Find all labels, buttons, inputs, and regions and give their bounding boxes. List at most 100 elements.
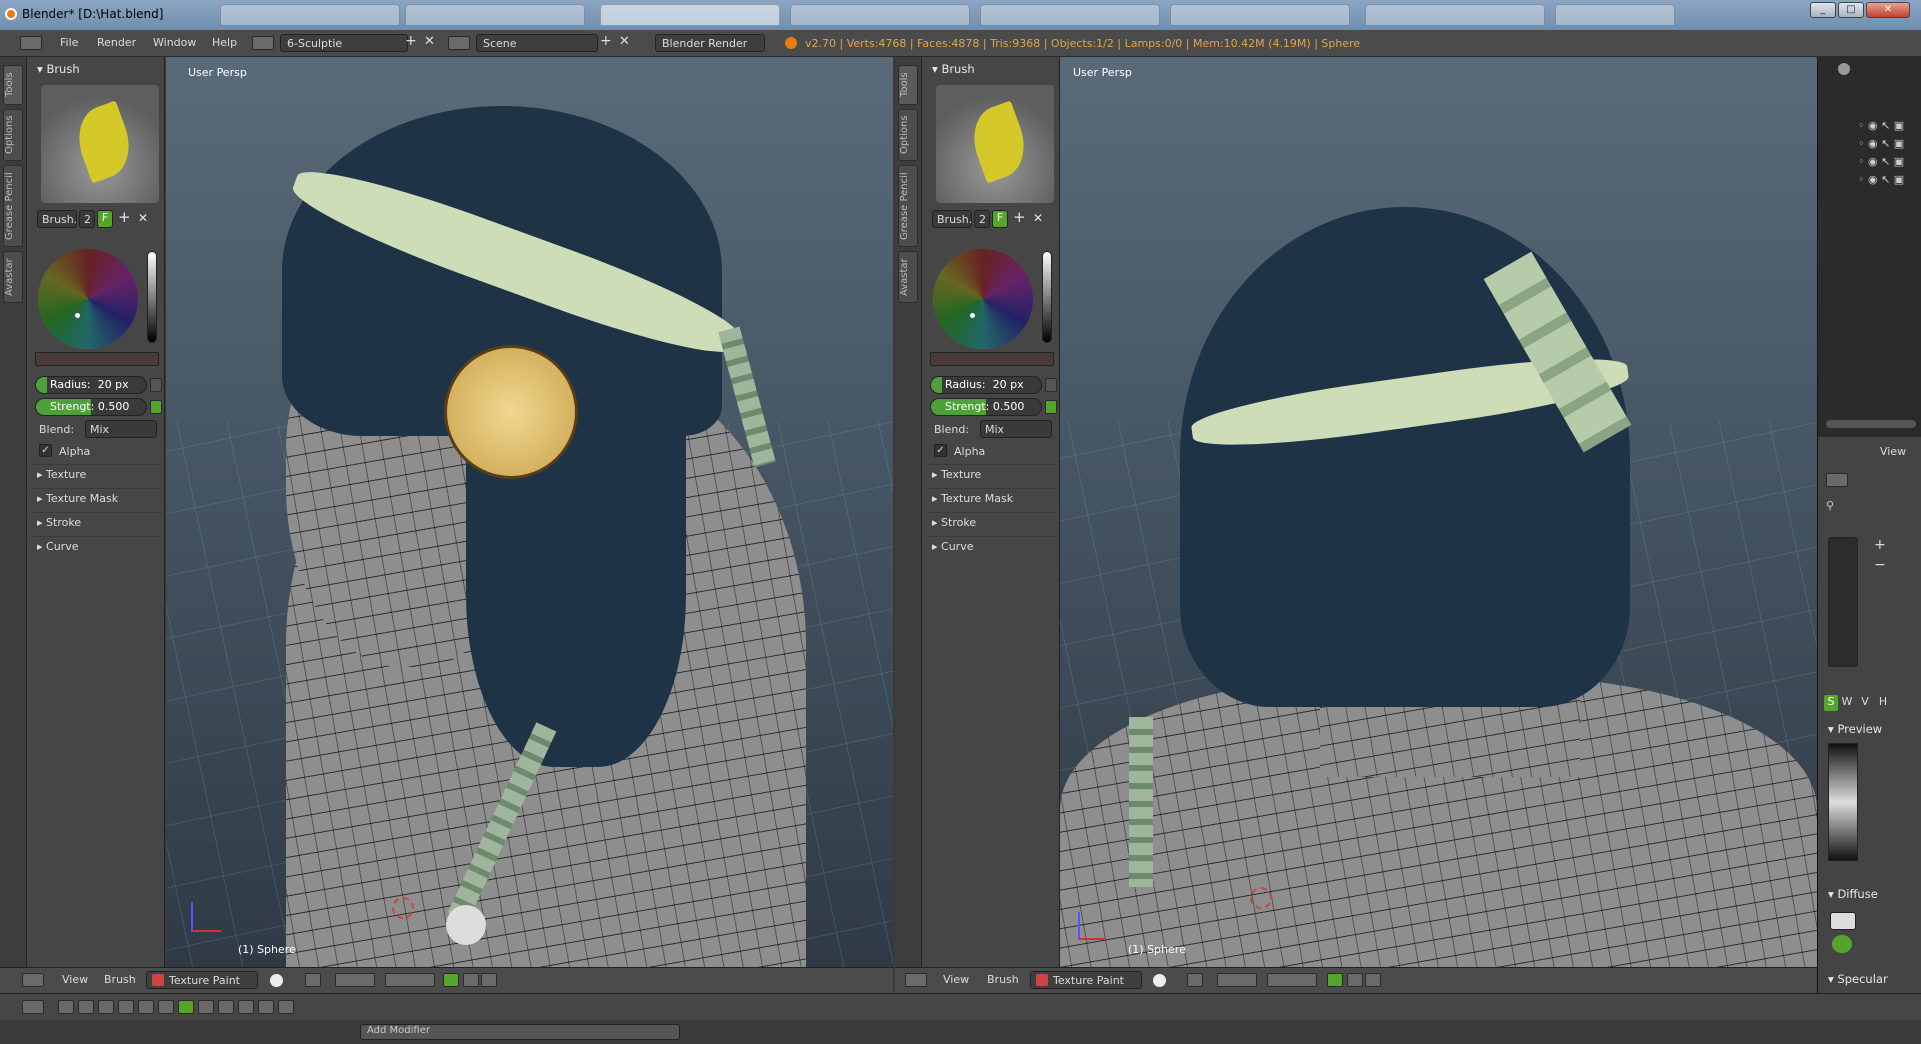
brush-users-count[interactable]: 2 (974, 210, 990, 228)
add-screen-icon[interactable]: + (405, 33, 417, 49)
layers-icon[interactable] (1267, 973, 1317, 987)
menu-render[interactable]: Render (97, 36, 136, 49)
diffuse-panel-header[interactable]: ▾ Diffuse (1828, 887, 1878, 901)
menu-window[interactable]: Window (153, 36, 196, 49)
layers-icon[interactable] (1217, 973, 1257, 987)
render-tab-icon[interactable] (58, 1000, 74, 1014)
object-tab-icon[interactable] (138, 1000, 154, 1014)
add-modifier-button[interactable]: Add Modifier (360, 1024, 680, 1040)
screen-layout-field[interactable]: 6-Sculptie (280, 34, 408, 52)
world-tab-icon[interactable] (118, 1000, 134, 1014)
pressure-strength-icon[interactable] (150, 400, 162, 414)
strength-slider[interactable]: Strengt: 0.500 (930, 398, 1042, 416)
add-brush-icon[interactable]: + (1013, 208, 1026, 226)
viewport-left[interactable]: User Persp (1) Sphere (166, 57, 893, 967)
tab-tools[interactable]: Tools (898, 65, 918, 105)
color-swatch[interactable] (35, 352, 159, 366)
minimize-button[interactable]: _ (1810, 2, 1836, 18)
render-icon[interactable] (481, 973, 497, 987)
scene-tab-icon[interactable] (98, 1000, 114, 1014)
browser-tab[interactable] (600, 4, 780, 26)
viewport-right[interactable]: User Persp (1) Sphere (1060, 57, 1817, 967)
menu-file[interactable]: File (60, 36, 78, 49)
section-curve[interactable]: ▸ Curve (31, 536, 161, 556)
visibility-eye-icon[interactable]: ◦ ◉ ↖ ▣ (1858, 173, 1904, 186)
tab-grease-pencil[interactable]: Grease Pencil (3, 165, 23, 247)
brush-panel-header[interactable]: ▾ Brush (932, 62, 975, 76)
radius-slider[interactable]: Radius: 20 px (930, 376, 1042, 394)
tab-grease-pencil[interactable]: Grease Pencil (898, 165, 918, 247)
camera-icon[interactable] (1347, 973, 1363, 987)
preview-panel-header[interactable]: ▾ Preview (1828, 722, 1882, 736)
color-swatch[interactable] (930, 352, 1054, 366)
texture-mask-icon[interactable] (305, 973, 321, 987)
specular-panel-header[interactable]: ▾ Specular (1828, 972, 1888, 986)
remove-brush-icon[interactable]: ✕ (138, 211, 148, 225)
radius-slider[interactable]: Radius: 20 px (35, 376, 147, 394)
menu-view[interactable]: View (943, 973, 969, 986)
tab-tools[interactable]: Tools (3, 65, 23, 105)
screen-layout-icon[interactable] (252, 36, 274, 50)
properties-editor-icon[interactable] (1826, 473, 1848, 487)
tab-s[interactable]: S (1824, 695, 1838, 711)
editor-type-icon[interactable] (22, 1000, 44, 1014)
alpha-checkbox[interactable]: ✓ (934, 444, 947, 457)
tab-avastar[interactable]: Avastar (3, 251, 23, 303)
color-wheel[interactable] (38, 249, 138, 349)
remove-brush-icon[interactable]: ✕ (1033, 211, 1043, 225)
browser-tab[interactable] (405, 4, 585, 26)
fake-user-button[interactable]: F (992, 210, 1008, 228)
menu-brush[interactable]: Brush (104, 973, 136, 986)
close-window-button[interactable]: ✕ (1866, 2, 1910, 18)
tab-w[interactable]: W (1840, 695, 1854, 708)
pressure-radius-icon[interactable] (1045, 378, 1057, 392)
render-icon[interactable] (1365, 973, 1381, 987)
material-tab-icon[interactable] (218, 1000, 234, 1014)
remove-slot-icon[interactable]: − (1874, 557, 1886, 573)
scene-field[interactable]: Scene (476, 34, 598, 52)
layers-icon[interactable] (385, 973, 435, 987)
menu-brush[interactable]: Brush (987, 973, 1019, 986)
section-stroke[interactable]: ▸ Stroke (926, 512, 1056, 532)
add-scene-icon[interactable]: + (600, 33, 612, 49)
section-texture[interactable]: ▸ Texture (31, 464, 161, 484)
particles-tab-icon[interactable] (258, 1000, 274, 1014)
visibility-eye-icon[interactable]: ◦ ◉ ↖ ▣ (1858, 155, 1904, 168)
section-curve[interactable]: ▸ Curve (926, 536, 1056, 556)
strength-slider[interactable]: Strengt: 0.500 (35, 398, 147, 416)
diffuse-color-swatch[interactable] (1830, 912, 1856, 930)
alpha-checkbox[interactable]: ✓ (39, 444, 52, 457)
texture-mask-icon[interactable] (1187, 973, 1203, 987)
browser-tab[interactable] (1555, 4, 1675, 26)
browser-tab[interactable] (1365, 4, 1545, 26)
outliner-view-label[interactable]: View (1880, 445, 1906, 458)
brush-users-count[interactable]: 2 (79, 210, 95, 228)
outliner-scrollbar[interactable] (1826, 420, 1916, 428)
section-texture[interactable]: ▸ Texture (926, 464, 1056, 484)
render-preview-icon[interactable] (1327, 973, 1343, 987)
brush-panel-header[interactable]: ▾ Brush (37, 62, 80, 76)
layers-tab-icon[interactable] (78, 1000, 94, 1014)
pressure-strength-icon[interactable] (1045, 400, 1057, 414)
section-stroke[interactable]: ▸ Stroke (31, 512, 161, 532)
menu-help[interactable]: Help (212, 36, 237, 49)
fake-user-button[interactable]: F (97, 210, 113, 228)
material-slot-list[interactable] (1828, 537, 1858, 667)
editor-type-icon[interactable] (905, 973, 927, 987)
blend-select[interactable]: Mix (980, 420, 1052, 438)
render-preview-icon[interactable] (443, 973, 459, 987)
add-brush-icon[interactable]: + (118, 208, 131, 226)
data-tab-icon[interactable] (198, 1000, 214, 1014)
section-texture-mask[interactable]: ▸ Texture Mask (31, 488, 161, 508)
brush-preview[interactable] (936, 85, 1054, 203)
brush-name-field[interactable]: Brush. (932, 210, 972, 228)
pin-icon[interactable]: ⚲ (1826, 499, 1834, 512)
maximize-button[interactable]: □ (1838, 2, 1864, 18)
tab-v[interactable]: V (1858, 695, 1872, 708)
modifier-tab-icon[interactable] (178, 1000, 194, 1014)
value-slider[interactable] (1042, 251, 1052, 343)
constraints-tab-icon[interactable] (158, 1000, 174, 1014)
tab-avastar[interactable]: Avastar (898, 251, 918, 303)
pressure-radius-icon[interactable] (150, 378, 162, 392)
browser-tab[interactable] (790, 4, 970, 26)
